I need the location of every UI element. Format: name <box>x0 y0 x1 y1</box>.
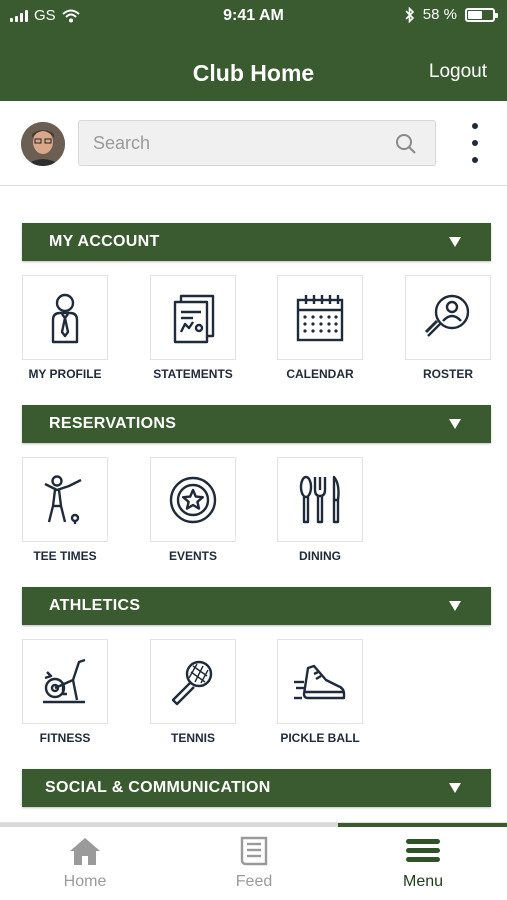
calendar-icon <box>296 294 344 341</box>
section-label: SOCIAL & COMMUNICATION <box>45 779 271 796</box>
tile-pickle-ball[interactable] <box>277 639 363 724</box>
home-icon <box>70 838 100 865</box>
star-badge-icon <box>169 476 217 523</box>
chevron-down-icon[interactable] <box>449 237 461 247</box>
bluetooth-icon <box>405 6 414 23</box>
avatar[interactable] <box>21 122 65 166</box>
tile-label: TEE TIMES <box>33 549 97 563</box>
tile-tee-times[interactable] <box>22 457 108 542</box>
battery-percent: 58 % <box>422 6 457 23</box>
tab-active-indicator <box>338 823 507 827</box>
chevron-down-icon[interactable] <box>449 783 461 793</box>
tile-events[interactable] <box>150 457 236 542</box>
profile-icon <box>51 293 79 343</box>
tile-label: FITNESS <box>39 731 91 745</box>
more-options-icon[interactable] <box>468 123 482 163</box>
section-social-communication[interactable]: SOCIAL & COMMUNICATION <box>22 769 491 807</box>
section-label: MY ACCOUNT <box>49 233 160 250</box>
statements-icon <box>173 294 215 343</box>
tab-feed[interactable]: Feed <box>194 835 314 891</box>
roster-icon <box>424 294 470 337</box>
tile-label: PICKLE BALL <box>280 731 360 745</box>
section-label: ATHLETICS <box>49 597 141 614</box>
tile-label: MY PROFILE <box>28 367 102 381</box>
tab-label: Home <box>63 873 107 890</box>
status-bar: GS 9:41 AM 58 % <box>0 0 507 32</box>
logout-button[interactable]: Logout <box>429 61 487 83</box>
search-row <box>0 101 507 186</box>
golfer-icon <box>44 474 82 524</box>
search-input[interactable] <box>79 121 435 165</box>
chevron-down-icon[interactable] <box>449 601 461 611</box>
bottom-tab-bar: Home Feed Menu <box>0 822 507 900</box>
exercise-bike-icon <box>43 658 86 703</box>
tab-label: Menu <box>402 873 444 890</box>
tile-label: DINING <box>299 549 341 563</box>
menu-icon <box>406 839 440 862</box>
search-box[interactable] <box>78 120 436 166</box>
section-reservations[interactable]: RESERVATIONS <box>22 405 491 443</box>
tile-label: ROSTER <box>422 367 473 381</box>
battery-icon <box>465 7 498 22</box>
tile-label: STATEMENTS <box>153 367 233 381</box>
sneaker-icon <box>294 664 346 699</box>
tile-tennis[interactable] <box>150 639 236 724</box>
chevron-down-icon[interactable] <box>449 419 461 429</box>
section-my-account[interactable]: MY ACCOUNT <box>22 223 491 261</box>
tile-label: CALENDAR <box>286 367 354 381</box>
tile-fitness[interactable] <box>22 639 108 724</box>
tile-label: TENNIS <box>170 731 215 745</box>
search-icon[interactable] <box>395 133 417 155</box>
tile-dining[interactable] <box>277 457 363 542</box>
menu-content[interactable]: MY ACCOUNT MY PROFILE STATEMENTS CALENDA… <box>0 186 507 822</box>
tab-menu[interactable]: Menu <box>363 835 483 891</box>
tab-home[interactable]: Home <box>25 835 145 891</box>
cutlery-icon <box>299 475 340 523</box>
feed-icon <box>240 836 268 866</box>
tile-calendar[interactable] <box>277 275 363 360</box>
tab-label: Feed <box>235 873 273 890</box>
tile-statements[interactable] <box>150 275 236 360</box>
avatar-photo <box>21 122 65 166</box>
tile-label: EVENTS <box>168 549 217 563</box>
section-label: RESERVATIONS <box>49 415 177 432</box>
tile-roster[interactable] <box>405 275 491 360</box>
tile-my-profile[interactable] <box>22 275 108 360</box>
tennis-racket-icon <box>171 660 213 705</box>
battery-level <box>468 10 482 19</box>
top-header: GS 9:41 AM 58 % Club Home Logout <box>0 0 507 101</box>
section-athletics[interactable]: ATHLETICS <box>22 587 491 625</box>
